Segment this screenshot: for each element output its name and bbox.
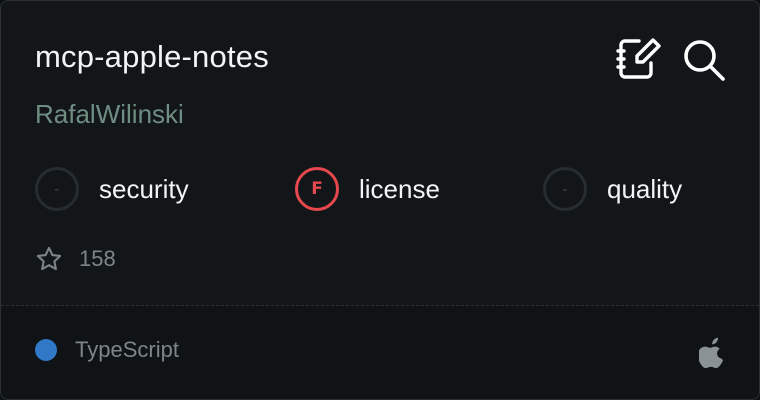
security-grade-badge: -: [35, 167, 79, 211]
language-indicator: TypeScript: [35, 337, 179, 363]
language-name: TypeScript: [75, 337, 179, 362]
search-icon[interactable]: [681, 37, 727, 83]
metric-security[interactable]: - security: [35, 165, 189, 213]
metric-quality[interactable]: - quality: [543, 165, 682, 213]
license-grade-badge: F: [295, 167, 339, 211]
repo-title[interactable]: mcp-apple-notes: [35, 39, 269, 75]
quality-label: quality: [607, 173, 683, 204]
star-icon: [36, 246, 62, 271]
star-count-value: 158: [79, 246, 116, 271]
notes-edit-icon[interactable]: [615, 37, 663, 81]
apple-icon: [699, 337, 724, 369]
language-color-dot: [35, 339, 57, 361]
repo-author[interactable]: RafalWilinski: [35, 99, 184, 130]
license-label: license: [359, 173, 440, 204]
quality-grade-badge: -: [543, 167, 587, 211]
metric-license[interactable]: F license: [295, 165, 440, 213]
server-card[interactable]: mcp-apple-notes RafalWilinski - security…: [0, 0, 760, 400]
security-label: security: [99, 173, 189, 204]
star-count: 158: [35, 245, 116, 273]
